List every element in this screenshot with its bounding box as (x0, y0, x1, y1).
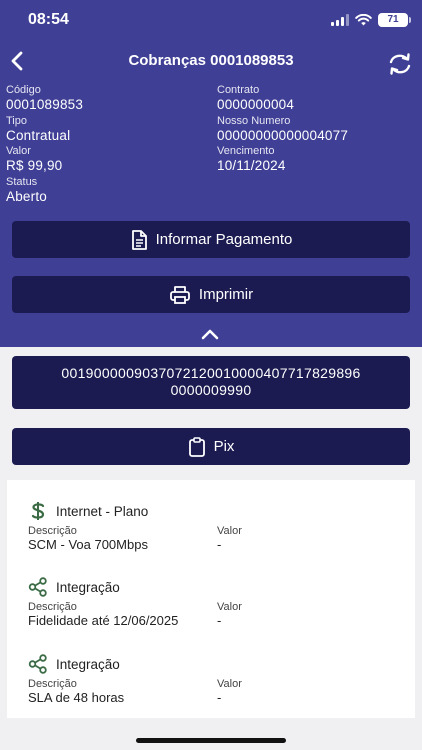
cellular-signal-icon (331, 14, 349, 26)
imprimir-button[interactable]: Imprimir (12, 276, 410, 313)
item-description: Descrição SCM - Voa 700Mbps (28, 525, 148, 553)
home-indicator[interactable] (136, 738, 286, 743)
battery-icon: 71 (378, 13, 411, 27)
list-item: Internet - Plano Descrição SCM - Voa 700… (28, 501, 408, 559)
valor-label: Valor (217, 678, 242, 690)
pix-label: Pix (213, 438, 235, 455)
barcode-line-2: 0000009990 (170, 382, 252, 398)
informar-pagamento-label: Informar Pagamento (155, 231, 293, 248)
tipo-label: Tipo (6, 115, 27, 127)
list-item: Integração Descrição Fidelidade até 12/0… (28, 577, 408, 635)
status-label: Status (6, 176, 38, 188)
status-bar: 08:54 71 (0, 0, 422, 40)
contrato-label: Contrato (217, 84, 260, 96)
valor-field: Valor R$ 99,90 (6, 145, 62, 174)
codigo-field: Código 0001089853 (6, 84, 83, 113)
nosso-numero-value: 00000000000004077 (217, 128, 349, 143)
nosso-numero-label: Nosso Numero (217, 115, 291, 127)
clipboard-icon (188, 436, 205, 457)
status-value: Aberto (6, 189, 47, 204)
wifi-icon (355, 14, 372, 26)
valor-value: - (217, 613, 222, 628)
status-icons: 71 (331, 12, 411, 28)
valor-label: Valor (6, 145, 31, 157)
back-arrow-icon[interactable] (6, 48, 30, 74)
contrato-value: 0000000004 (217, 97, 295, 112)
refresh-icon[interactable] (386, 50, 414, 78)
valor-value: R$ 99,90 (6, 158, 63, 173)
valor-label: Valor (217, 525, 242, 537)
description-label: Descrição (28, 525, 77, 537)
description-value: SLA de 48 horas (28, 690, 125, 705)
description-value: Fidelidade até 12/06/2025 (28, 613, 179, 628)
share-icon (28, 577, 48, 597)
codigo-value: 0001089853 (6, 97, 84, 112)
item-valor: Valor - (217, 601, 242, 629)
document-icon (131, 229, 147, 250)
status-field: Status Aberto (6, 176, 47, 205)
item-name: Integração (56, 656, 120, 672)
item-valor: Valor - (217, 678, 242, 706)
informar-pagamento-button[interactable]: Informar Pagamento (12, 221, 410, 258)
imprimir-label: Imprimir (198, 286, 254, 303)
vencimento-field: Vencimento 10/11/2024 (217, 145, 286, 174)
tipo-field: Tipo Contratual (6, 115, 70, 144)
valor-value: - (217, 537, 222, 552)
codigo-label: Código (6, 84, 41, 96)
item-name: Internet - Plano (56, 503, 149, 519)
list-item: Integração Descrição SLA de 48 horas Val… (28, 654, 408, 712)
item-description: Descrição SLA de 48 horas (28, 678, 124, 706)
vencimento-value: 10/11/2024 (217, 158, 286, 173)
printer-icon (170, 285, 190, 304)
item-name: Integração (56, 579, 120, 595)
barcode-line-1: 0019000009037072120010000407717829896 (61, 365, 361, 381)
header-panel: 08:54 71 Cobranças 0001089853 Código 000… (0, 0, 422, 347)
share-icon (28, 654, 48, 674)
valor-value: - (217, 690, 222, 705)
valor-label: Valor (217, 601, 242, 613)
item-valor: Valor - (217, 525, 242, 553)
description-label: Descrição (28, 601, 77, 613)
tipo-value: Contratual (6, 128, 71, 143)
vencimento-label: Vencimento (217, 145, 275, 157)
description-label: Descrição (28, 678, 77, 690)
page-title: Cobranças 0001089853 (128, 52, 294, 69)
chevron-up-icon[interactable] (200, 328, 220, 340)
item-description: Descrição Fidelidade até 12/06/2025 (28, 601, 178, 629)
pix-button[interactable]: Pix (12, 428, 410, 465)
description-value: SCM - Voa 700Mbps (28, 537, 148, 552)
items-card: Internet - Plano Descrição SCM - Voa 700… (7, 480, 415, 718)
barcode-line-button[interactable]: 0019000009037072120010000407717829896 00… (12, 356, 410, 409)
nosso-numero-field: Nosso Numero 00000000000004077 (217, 115, 348, 144)
dollar-icon (28, 501, 48, 521)
contrato-field: Contrato 0000000004 (217, 84, 294, 113)
status-time: 08:54 (28, 11, 69, 28)
